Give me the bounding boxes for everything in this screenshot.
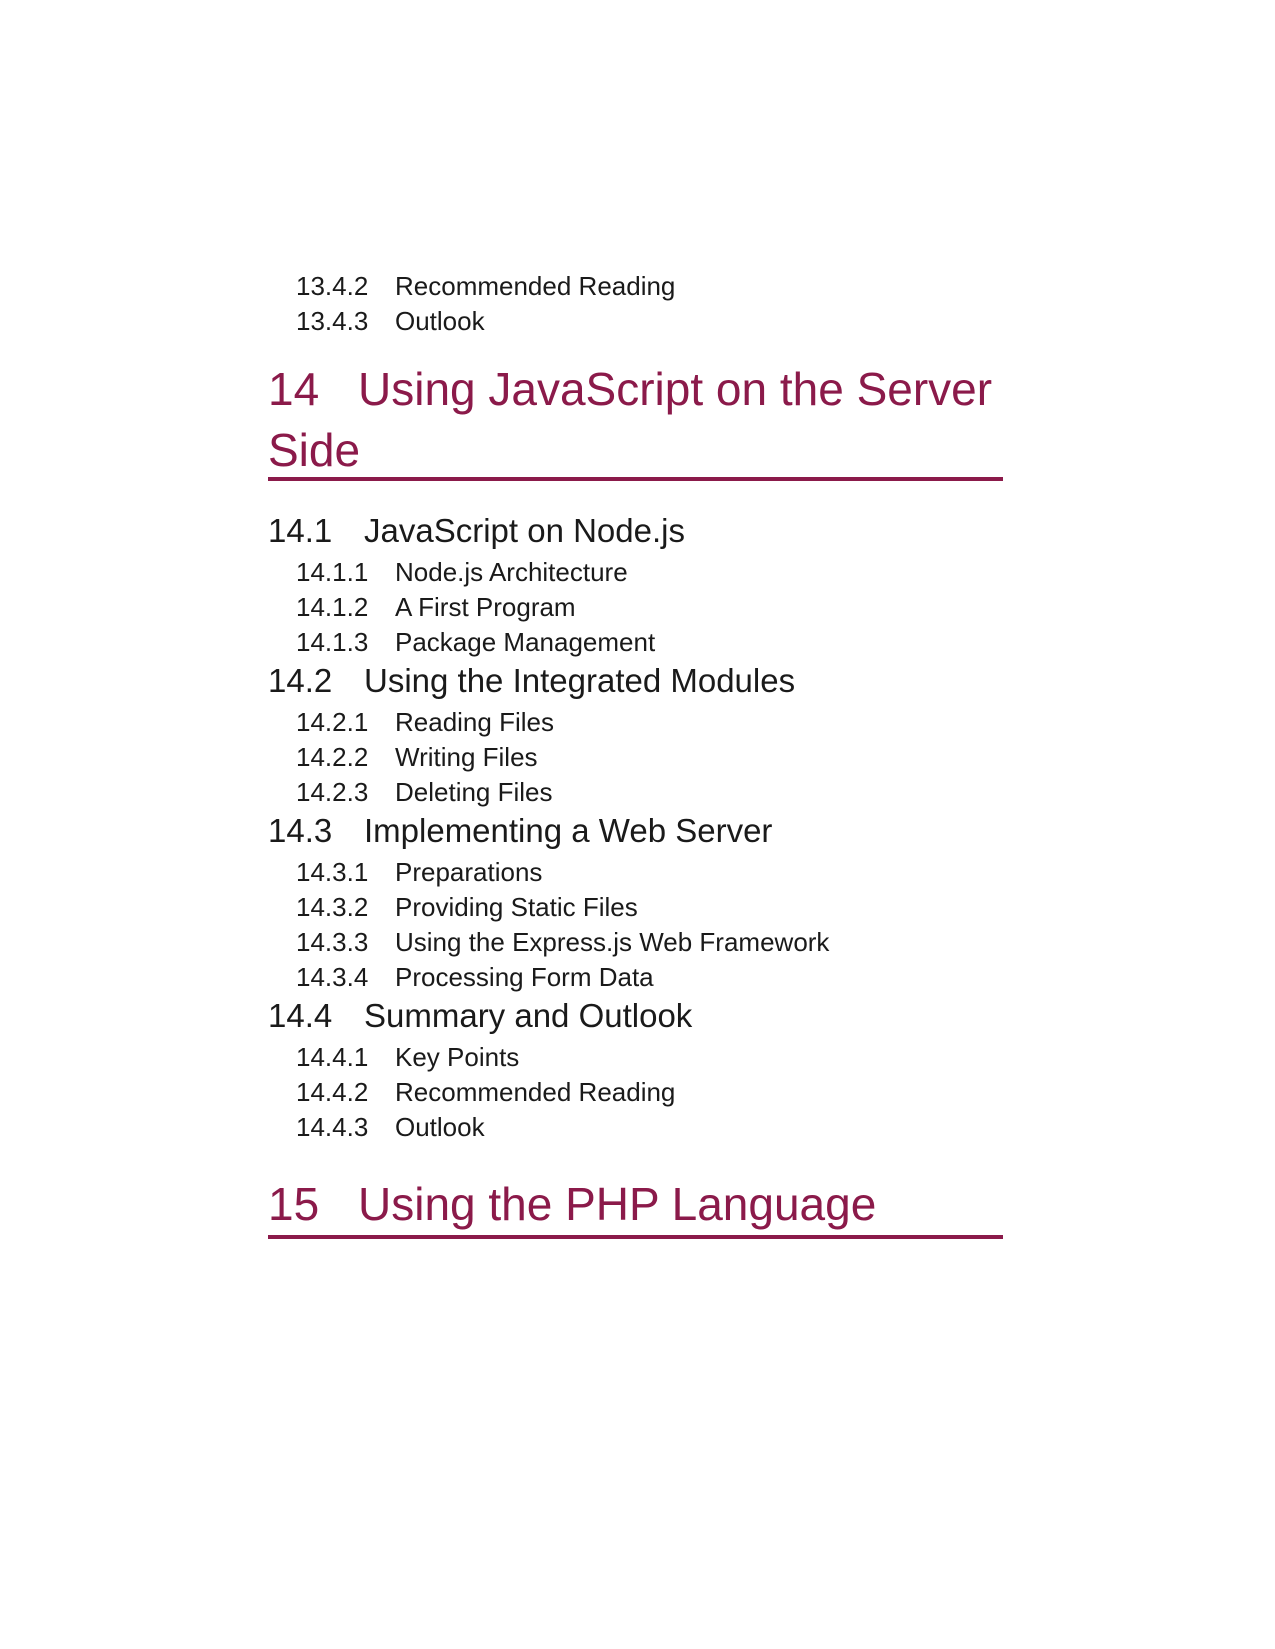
- toc-item-14-3-1[interactable]: 14.3.1 Preparations: [296, 857, 542, 887]
- toc-item-14-2-1[interactable]: 14.2.1 Reading Files: [296, 707, 554, 737]
- section-title: Implementing a Web Server: [364, 812, 773, 849]
- toc-item-title: Reading Files: [395, 707, 554, 737]
- toc-item-14-4-3[interactable]: 14.4.3 Outlook: [296, 1112, 485, 1142]
- toc-item-14-1-2[interactable]: 14.1.2 A First Program: [296, 592, 576, 622]
- section-title: JavaScript on Node.js: [364, 512, 685, 549]
- toc-item-number: 14.1.1: [296, 557, 369, 587]
- toc-item-title: Key Points: [395, 1042, 520, 1072]
- toc-section-14-3[interactable]: 14.3 Implementing a Web Server: [268, 812, 772, 850]
- toc-item-number: 13.4.2: [296, 271, 369, 301]
- toc-item-13-4-2[interactable]: 13.4.2 Recommended Reading: [296, 271, 675, 301]
- toc-item-number: 14.1.3: [296, 627, 369, 657]
- toc-item-number: 14.3.1: [296, 857, 369, 887]
- section-number: 14.3: [268, 812, 333, 849]
- chapter-number: 15: [268, 1178, 320, 1230]
- toc-item-title: Providing Static Files: [395, 892, 638, 922]
- toc-item-title: Recommended Reading: [395, 1077, 676, 1107]
- toc-item-title: Writing Files: [395, 742, 538, 772]
- toc-item-number: 14.2.2: [296, 742, 369, 772]
- toc-item-title: Package Management: [395, 627, 656, 657]
- toc-item-number: 14.2.3: [296, 777, 369, 807]
- toc-item-14-2-2[interactable]: 14.2.2 Writing Files: [296, 742, 538, 772]
- chapter-title: Using the PHP Language: [358, 1178, 877, 1230]
- toc-item-number: 14.1.2: [296, 592, 369, 622]
- section-title: Summary and Outlook: [364, 997, 693, 1034]
- toc-item-title: Recommended Reading: [395, 271, 676, 301]
- toc-item-13-4-3[interactable]: 13.4.3 Outlook: [296, 306, 485, 336]
- toc-item-title: Preparations: [395, 857, 543, 887]
- chapter-number: 14: [268, 363, 320, 415]
- toc-item-title: Node.js Architecture: [395, 557, 628, 587]
- toc-section-14-1[interactable]: 14.1 JavaScript on Node.js: [268, 512, 685, 550]
- toc-section-14-4[interactable]: 14.4 Summary and Outlook: [268, 997, 692, 1035]
- toc-item-number: 14.2.1: [296, 707, 369, 737]
- toc-section-14-2[interactable]: 14.2 Using the Integrated Modules: [268, 662, 795, 700]
- section-number: 14.4: [268, 997, 333, 1034]
- toc-item-number: 14.3.3: [296, 927, 369, 957]
- toc-item-14-1-3[interactable]: 14.1.3 Package Management: [296, 627, 655, 657]
- toc-item-title: Deleting Files: [395, 777, 553, 807]
- toc-item-number: 14.4.3: [296, 1112, 369, 1142]
- toc-item-title: Outlook: [395, 306, 485, 336]
- toc-item-14-2-3[interactable]: 14.2.3 Deleting Files: [296, 777, 553, 807]
- toc-item-number: 14.4.2: [296, 1077, 369, 1107]
- toc-item-number: 13.4.3: [296, 306, 369, 336]
- toc-item-number: 14.3.2: [296, 892, 369, 922]
- toc-item-14-4-1[interactable]: 14.4.1 Key Points: [296, 1042, 519, 1072]
- toc-item-14-3-2[interactable]: 14.3.2 Providing Static Files: [296, 892, 638, 922]
- chapter-14-heading[interactable]: 14 Using JavaScript on the Server Side: [268, 359, 1003, 481]
- toc-item-14-1-1[interactable]: 14.1.1 Node.js Architecture: [296, 557, 628, 587]
- toc-item-title: A First Program: [395, 592, 576, 622]
- toc-page: 13.4.2 Recommended Reading 13.4.3 Outlook …: [268, 0, 1003, 1649]
- toc-item-14-3-3[interactable]: 14.3.3 Using the Express.js Web Framework: [296, 927, 829, 957]
- chapter-title: Using JavaScript on the Server Side: [268, 363, 993, 476]
- toc-item-number: 14.3.4: [296, 962, 369, 992]
- section-number: 14.1: [268, 512, 333, 549]
- toc-item-14-3-4[interactable]: 14.3.4 Processing Form Data: [296, 962, 654, 992]
- toc-item-title: Using the Express.js Web Framework: [395, 927, 830, 957]
- toc-item-title: Outlook: [395, 1112, 485, 1142]
- section-number: 14.2: [268, 662, 333, 699]
- toc-item-14-4-2[interactable]: 14.4.2 Recommended Reading: [296, 1077, 675, 1107]
- toc-item-title: Processing Form Data: [395, 962, 654, 992]
- toc-item-number: 14.4.1: [296, 1042, 369, 1072]
- section-title: Using the Integrated Modules: [364, 662, 796, 699]
- chapter-14-rule: [268, 477, 1003, 481]
- chapter-15-rule: [268, 1235, 1003, 1239]
- chapter-15-heading[interactable]: 15 Using the PHP Language: [268, 1174, 1003, 1235]
